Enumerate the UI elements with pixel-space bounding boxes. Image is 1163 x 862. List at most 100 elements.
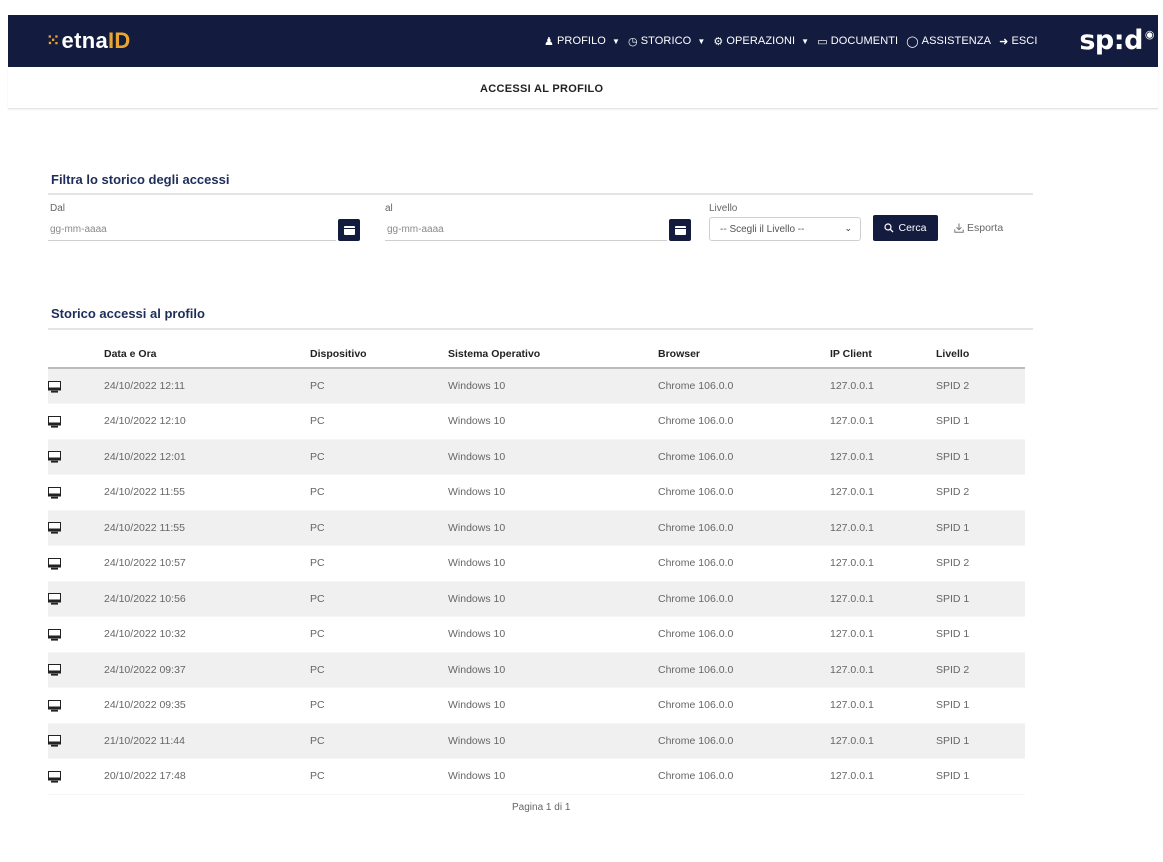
cell-browser: Chrome 106.0.0 xyxy=(658,439,830,475)
cell-browser: Chrome 106.0.0 xyxy=(658,687,830,724)
column-header-device: Dispositivo xyxy=(310,340,448,369)
cell-ip: 127.0.0.1 xyxy=(830,439,936,475)
history-section-title: Storico accessi al profilo xyxy=(51,306,205,321)
cell-browser: Chrome 106.0.0 xyxy=(658,616,830,653)
cell-ip: 127.0.0.1 xyxy=(830,687,936,724)
cell-ip: 127.0.0.1 xyxy=(830,403,936,440)
cell-os: Windows 10 xyxy=(448,687,658,724)
cell-date-time: 24/10/2022 09:37 xyxy=(104,652,310,688)
cell-level: SPID 1 xyxy=(936,758,1025,795)
nav-storico[interactable]: ◷ STORICO ▼ xyxy=(628,35,705,48)
cell-date-time: 24/10/2022 09:35 xyxy=(104,687,310,724)
nav-documenti[interactable]: ▭ DOCUMENTI xyxy=(817,35,898,48)
cell-device: PC xyxy=(310,758,448,795)
from-date-calendar-button[interactable] xyxy=(338,219,360,241)
table-row: 24/10/2022 09:37 PC Windows 10 Chrome 106.0… xyxy=(48,652,1025,688)
cell-os: Windows 10 xyxy=(448,581,658,617)
to-date-input[interactable]: gg-mm-aaaa xyxy=(385,219,667,241)
cell-ip: 127.0.0.1 xyxy=(830,545,936,582)
cell-level: SPID 1 xyxy=(936,687,1025,724)
cell-ip: 127.0.0.1 xyxy=(830,510,936,546)
page-title: ACCESSI AL PROFILO xyxy=(480,83,604,95)
cell-browser: Chrome 106.0.0 xyxy=(658,368,830,404)
search-button[interactable]: Cerca xyxy=(873,215,938,241)
row-icon-cell xyxy=(48,723,104,759)
row-icon-cell xyxy=(48,652,104,688)
row-icon-cell xyxy=(48,510,104,546)
computer-icon xyxy=(48,593,61,605)
download-icon xyxy=(954,223,964,233)
calendar-icon xyxy=(343,225,355,235)
computer-icon xyxy=(48,557,61,570)
row-icon-cell xyxy=(48,687,104,724)
table-row: 21/10/2022 11:44 PC Windows 10 Chrome 106.0… xyxy=(48,723,1025,759)
cell-ip: 127.0.0.1 xyxy=(830,581,936,617)
cell-date-time: 24/10/2022 10:56 xyxy=(104,581,310,617)
user-icon: ♟ xyxy=(544,35,554,48)
table-body: 24/10/2022 12:11 PC Windows 10 Chrome 106.0… xyxy=(48,368,1025,795)
header-icon-cell xyxy=(48,340,104,369)
cell-browser: Chrome 106.0.0 xyxy=(658,510,830,546)
cell-os: Windows 10 xyxy=(448,510,658,546)
cell-device: PC xyxy=(310,616,448,653)
cell-ip: 127.0.0.1 xyxy=(830,758,936,795)
filter-section-title: Filtra lo storico degli accessi xyxy=(51,172,230,187)
to-date-calendar-button[interactable] xyxy=(669,219,691,241)
computer-icon xyxy=(48,380,61,393)
computer-icon xyxy=(48,415,61,428)
level-label: Livello xyxy=(709,203,738,214)
spid-logo: sp:d ◉ xyxy=(1079,25,1154,56)
cell-device: PC xyxy=(310,687,448,724)
nav-esci[interactable]: ➜ ESCI xyxy=(999,35,1037,48)
from-date-input[interactable]: gg-mm-aaaa xyxy=(48,219,336,241)
nav-assistenza-label: ASSISTENZA xyxy=(921,35,992,47)
logo-text: etna xyxy=(61,28,108,53)
logo-mark-icon: ⁙ xyxy=(46,31,61,50)
gear-icon: ⚙ xyxy=(713,35,724,48)
column-header-os: Sistema Operativo xyxy=(448,340,658,369)
nav-assistenza[interactable]: ◯ ASSISTENZA xyxy=(906,35,991,48)
table-row: 24/10/2022 11:55 PC Windows 10 Chrome 106.0… xyxy=(48,474,1025,511)
etnaid-logo[interactable]: ⁙ etna ID xyxy=(46,28,131,54)
cell-device: PC xyxy=(310,474,448,511)
cell-device: PC xyxy=(310,439,448,475)
column-header-date: Data e Ora xyxy=(104,340,310,369)
cell-os: Windows 10 xyxy=(448,368,658,404)
caret-down-icon: ▼ xyxy=(801,36,810,46)
column-header-level: Livello xyxy=(936,340,1025,369)
cell-device: PC xyxy=(310,545,448,582)
access-history-table: Data e Ora Dispositivo Sistema Operativo… xyxy=(48,340,1025,795)
cell-device: PC xyxy=(310,368,448,404)
history-divider xyxy=(48,328,1033,330)
from-date-label: Dal xyxy=(50,203,66,214)
cell-device: PC xyxy=(310,403,448,440)
cell-date-time: 20/10/2022 17:48 xyxy=(104,758,310,795)
nav-profilo[interactable]: ♟ PROFILO ▼ xyxy=(544,35,620,48)
export-button[interactable]: Esporta xyxy=(954,222,1003,234)
table-row: 24/10/2022 12:10 PC Windows 10 Chrome 106.0… xyxy=(48,403,1025,440)
cell-browser: Chrome 106.0.0 xyxy=(658,545,830,582)
caret-down-icon: ▼ xyxy=(697,36,706,46)
main-nav: ♟ PROFILO ▼ ◷ STORICO ▼ ⚙ OPERAZIONI ▼ ▭… xyxy=(544,15,1038,67)
top-navbar: ⁙ etna ID ♟ PROFILO ▼ ◷ STORICO ▼ ⚙ OPERA… xyxy=(8,15,1158,67)
table-row: 24/10/2022 10:57 PC Windows 10 Chrome 106.0… xyxy=(48,545,1025,582)
computer-icon xyxy=(48,664,61,676)
cell-device: PC xyxy=(310,723,448,759)
cell-ip: 127.0.0.1 xyxy=(830,616,936,653)
cell-browser: Chrome 106.0.0 xyxy=(658,581,830,617)
cell-date-time: 24/10/2022 10:32 xyxy=(104,616,310,653)
row-icon-cell xyxy=(48,474,104,511)
cell-level: SPID 1 xyxy=(936,616,1025,653)
cell-browser: Chrome 106.0.0 xyxy=(658,723,830,759)
cell-device: PC xyxy=(310,510,448,546)
cell-ip: 127.0.0.1 xyxy=(830,652,936,688)
level-select[interactable]: -- Scegli il Livello -- ⌄ xyxy=(709,217,861,241)
row-icon-cell xyxy=(48,758,104,795)
row-icon-cell xyxy=(48,616,104,653)
cell-browser: Chrome 106.0.0 xyxy=(658,474,830,511)
nav-operazioni[interactable]: ⚙ OPERAZIONI ▼ xyxy=(713,35,809,48)
cell-level: SPID 2 xyxy=(936,545,1025,582)
level-select-value: -- Scegli il Livello -- xyxy=(720,224,805,235)
logo-text-id: ID xyxy=(107,28,131,53)
table-row: 24/10/2022 10:32 PC Windows 10 Chrome 106.0… xyxy=(48,616,1025,653)
